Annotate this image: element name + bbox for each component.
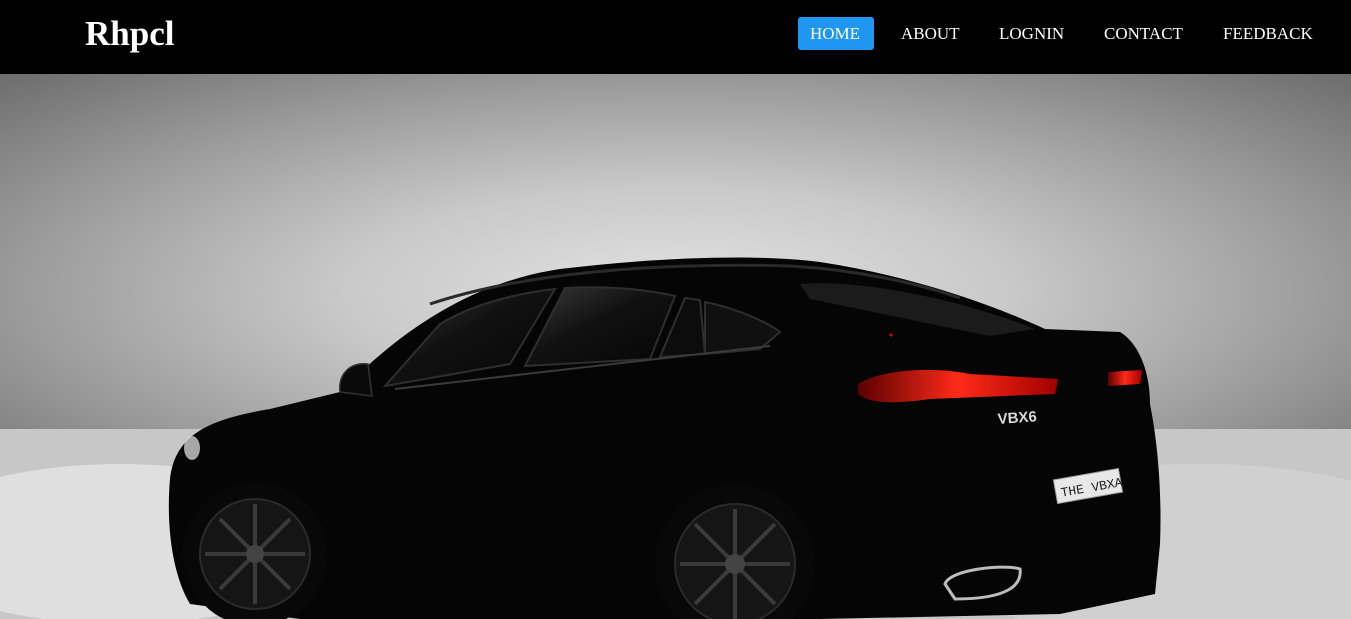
nav-feedback[interactable]: FEEDBACK — [1211, 17, 1327, 50]
car-silhouette: VBX6 THE VBXA — [168, 257, 1161, 619]
nav-home[interactable]: HOME — [798, 17, 874, 50]
nav-about[interactable]: ABOUT — [889, 17, 971, 50]
brand-logo[interactable]: Rhpcl — [85, 12, 174, 56]
hero-banner: VBX6 THE VBXA — [0, 74, 1351, 619]
nav-contact[interactable]: CONTACT — [1092, 17, 1194, 50]
model-badge: VBX6 — [997, 408, 1037, 428]
nav-login[interactable]: LOGNIN — [987, 17, 1077, 50]
navbar: Rhpcl HOME ABOUT LOGNIN CONTACT FEEDBACK — [0, 0, 1351, 74]
hero-car-image: VBX6 THE VBXA — [0, 257, 1351, 619]
